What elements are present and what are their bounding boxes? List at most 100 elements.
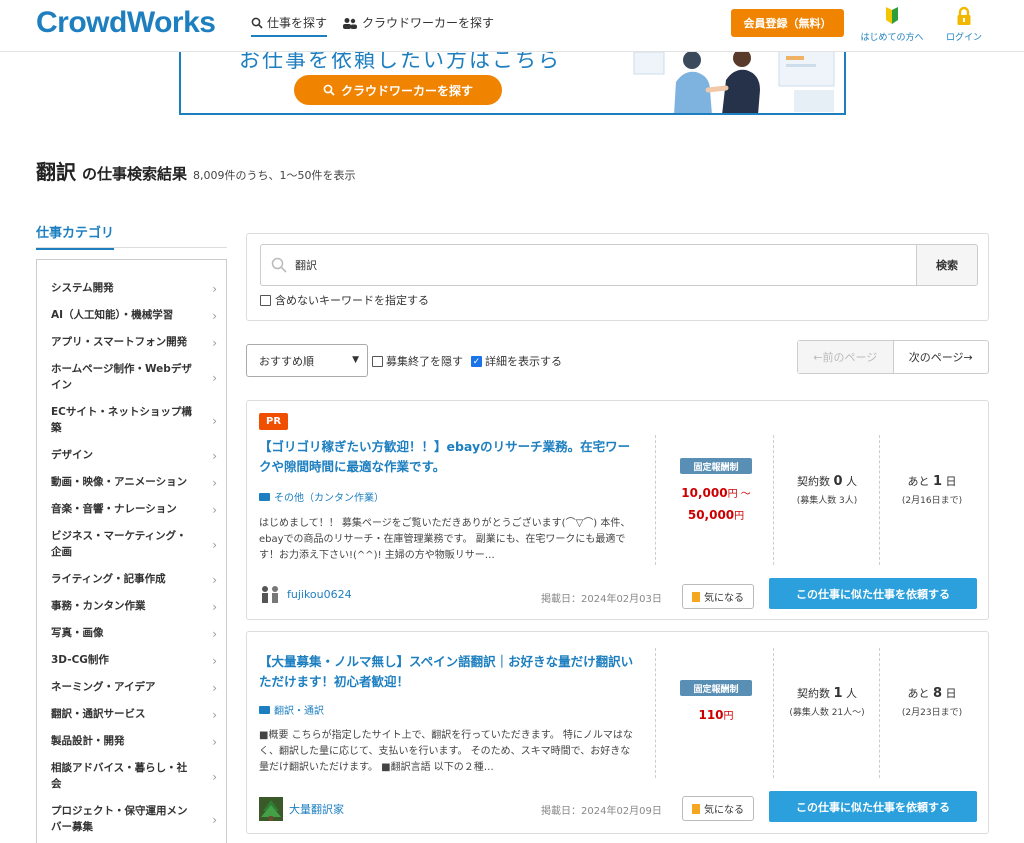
client-link[interactable]: fujikou0624 (259, 585, 352, 603)
category-item[interactable]: ホームページ制作・Webデザイン › (37, 361, 226, 393)
lock-icon (957, 6, 971, 25)
favorite-button[interactable]: 気になる (682, 796, 754, 821)
category-item[interactable]: デザイン › (37, 447, 226, 463)
job-title-link[interactable]: 【大量募集・ノルマ無し】スペイン語翻訳｜お好きな量だけ翻訳いただけます！初心者歓… (259, 652, 639, 692)
hide-closed-toggle[interactable]: 募集終了を隠す (372, 353, 463, 369)
category-item[interactable]: 写真・画像 › (37, 625, 226, 641)
sort-select[interactable]: おすすめ順 ▼ (246, 344, 368, 377)
pagination: ←前のページ 次のページ→ (797, 340, 989, 374)
client-banner[interactable]: お仕事を依頼したい方はこちら クラウドワーカーを探す (179, 44, 846, 115)
category-item-label: ホームページ制作・Webデザイン (51, 363, 192, 391)
chevron-right-icon: › (212, 538, 217, 552)
category-item-label: ライティング・記事作成 (51, 573, 166, 585)
category-item-label: プロジェクト・保守運用メンバー募集 (51, 805, 188, 833)
deadline-date: (2月16日まで) (901, 496, 963, 506)
category-item-label: ネーミング・アイデア (51, 681, 156, 693)
prev-page-button[interactable]: ←前のページ (798, 341, 894, 373)
category-item[interactable]: 製品設計・開発 › (37, 733, 226, 749)
crowdworks-logo[interactable]: CrowdWorks (36, 6, 216, 40)
search-input[interactable]: 翻訳 (260, 244, 917, 286)
client-name: fujikou0624 (287, 587, 352, 601)
category-item[interactable]: 動画・映像・アニメーション › (37, 474, 226, 490)
request-similar-job-button[interactable]: この仕事に似た仕事を依頼する (769, 791, 977, 822)
category-item[interactable]: 翻訳・通訳サービス › (37, 706, 226, 722)
chevron-right-icon: › (212, 449, 217, 463)
hide-closed-checkbox[interactable] (372, 355, 383, 367)
chevron-right-icon: › (212, 282, 217, 296)
price-unit: 円 (727, 489, 738, 500)
search-button[interactable]: 検索 (916, 244, 978, 286)
category-item[interactable]: ネーミング・アイデア › (37, 679, 226, 695)
users-icon (343, 17, 357, 29)
category-item[interactable]: 3D-CG制作 › (37, 652, 226, 668)
search-icon (271, 257, 287, 273)
category-item[interactable]: システム開発 › (37, 280, 226, 296)
category-item-label: AI（人工知能）・機械学習 (51, 309, 174, 321)
exclude-keyword-toggle[interactable]: 含めないキーワードを指定する (260, 292, 429, 308)
posted-date: 掲載日：2024年02月03日 (541, 594, 662, 605)
category-item-label: 音楽・音響・ナレーション (51, 503, 177, 515)
find-workers-button[interactable]: クラウドワーカーを探す (294, 75, 502, 105)
beginners-label: はじめての方へ (860, 33, 924, 43)
category-item-label: 3D-CG制作 (51, 654, 109, 666)
category-item[interactable]: アプリ・スマートフォン開発 › (37, 334, 226, 350)
job-card: 【大量募集・ノルマ無し】スペイン語翻訳｜お好きな量だけ翻訳いただけます！初心者歓… (246, 631, 989, 834)
job-category-link[interactable]: 翻訳・通訳 (259, 702, 324, 717)
login-link[interactable]: ログイン (926, 6, 1002, 43)
job-price: 10,000円 〜 50,000円 (657, 483, 775, 527)
exclude-label: 含めないキーワードを指定する (275, 294, 429, 307)
favorite-button[interactable]: 気になる (682, 584, 754, 609)
chevron-down-icon: ▼ (352, 355, 359, 365)
show-details-label: 詳細を表示する (485, 355, 562, 368)
chevron-right-icon: › (212, 654, 217, 668)
job-title-link[interactable]: 【ゴリゴリ稼ぎたい方歓迎！！】ebayのリサーチ業務。在宅ワークや隙間時間に最適… (259, 437, 639, 477)
price-min: 10,000 (681, 486, 728, 500)
beginners-link[interactable]: はじめての方へ (854, 6, 930, 43)
nav-find-jobs[interactable]: 仕事を探す (251, 14, 328, 37)
category-item[interactable]: ECサイト・ネットショップ構築 › (37, 404, 226, 436)
chevron-right-icon: › (212, 770, 217, 784)
category-item[interactable]: 音楽・音響・ナレーション › (37, 501, 226, 517)
column-divider (655, 435, 656, 565)
nav-find-jobs-label: 仕事を探す (267, 16, 328, 30)
category-item[interactable]: 相談アドバイス・暮らし・社会 › (37, 760, 226, 792)
category-item[interactable]: AI（人工知能）・機械学習 › (37, 307, 226, 323)
contract-count: 契約数 0 人 (募集人数 3人) (782, 473, 872, 506)
job-description: はじめまして！！ 募集ページをご覧いただきありがとうございます(⌒▽⌒) 本件、… (259, 518, 631, 561)
job-category-link[interactable]: その他（カンタン作業） (259, 489, 384, 504)
search-input-value: 翻訳 (295, 259, 317, 272)
bookmark-icon (692, 803, 700, 814)
time-remaining: あと 8 日 (2月23日まで) (887, 685, 977, 718)
category-item[interactable]: ライティング・記事作成 › (37, 571, 226, 587)
category-item[interactable]: プロジェクト・保守運用メンバー募集 › (37, 803, 226, 835)
folder-icon (259, 705, 270, 714)
category-item-label: ビジネス・マーケティング・企画 (51, 530, 187, 558)
recruit-count: (募集人数 21人〜) (789, 708, 865, 718)
category-item[interactable]: 事務・カンタン作業 › (37, 598, 226, 614)
category-item-label: 翻訳・通訳サービス (51, 708, 146, 720)
category-item-label: 動画・映像・アニメーション (51, 476, 188, 488)
payment-type-badge: 固定報酬制 (680, 680, 752, 696)
payment-type-badge: 固定報酬制 (680, 458, 752, 474)
register-button[interactable]: 会員登録（無料） (731, 9, 844, 37)
chevron-right-icon: › (212, 414, 217, 428)
category-item[interactable]: ビジネス・マーケティング・企画 › (37, 528, 226, 560)
request-similar-job-button[interactable]: この仕事に似た仕事を依頼する (769, 578, 977, 609)
contract-value: 0 (833, 474, 843, 489)
result-count: 8,009件のうち、1〜50件を表示 (193, 169, 356, 182)
client-name: 大量翻訳家 (289, 803, 344, 816)
show-details-toggle[interactable]: ✓ 詳細を表示する (471, 353, 562, 369)
next-page-button[interactable]: 次のページ→ (894, 341, 989, 373)
remaining-unit: 日 (945, 475, 957, 488)
client-link[interactable]: 大量翻訳家 (259, 797, 344, 821)
job-description: ■概要 こちらが指定したサイト上で、翻訳を行っていただきます。 特にノルマはなく… (259, 730, 633, 773)
nav-find-workers[interactable]: クラウドワーカーを探す (342, 14, 494, 31)
remaining-unit: 日 (945, 687, 957, 700)
avatar (262, 586, 278, 603)
chevron-right-icon: › (212, 735, 217, 749)
avatar (259, 797, 283, 821)
exclude-checkbox[interactable] (260, 294, 271, 306)
contract-unit: 人 (846, 687, 858, 700)
deadline-date: (2月23日まで) (901, 708, 963, 718)
show-details-checkbox[interactable]: ✓ (471, 355, 482, 367)
